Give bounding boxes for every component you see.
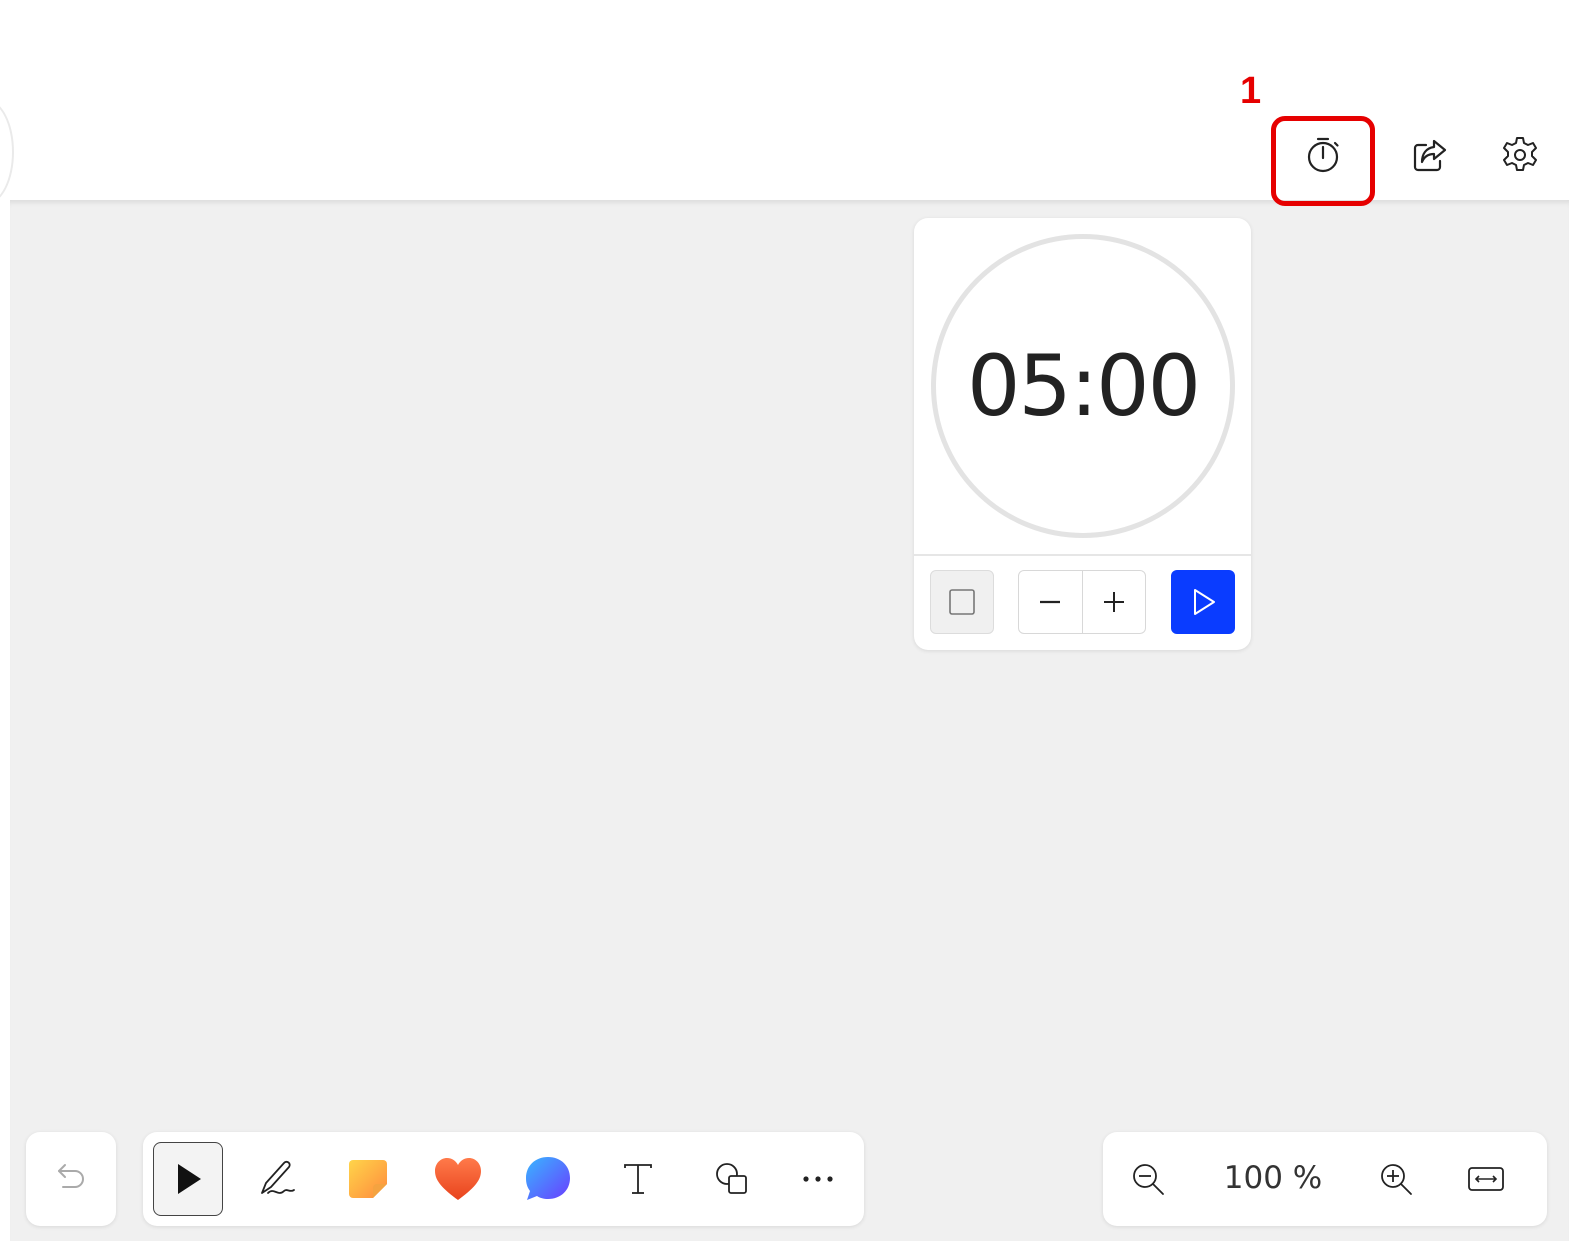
start-timer-button[interactable] (1171, 570, 1235, 634)
undo-icon (58, 1164, 84, 1188)
settings-icon (1503, 137, 1537, 171)
time-stepper[interactable] (1018, 570, 1146, 634)
fit-width-icon (1468, 1167, 1504, 1191)
decrease-time-button[interactable] (1019, 571, 1082, 633)
minus-icon (1040, 600, 1061, 604)
sticky-note-tool[interactable] (333, 1142, 403, 1216)
shapes-tool[interactable] (697, 1142, 767, 1216)
stop-button[interactable] (930, 570, 994, 634)
timer-ring: 05:00 (931, 234, 1235, 538)
comment-bubble-icon (526, 1157, 570, 1200)
pen-icon (261, 1160, 295, 1194)
settings-button[interactable] (1493, 128, 1547, 182)
zoom-out-icon (1133, 1164, 1164, 1195)
sticky-note-icon (349, 1160, 387, 1198)
more-icon (803, 1176, 833, 1182)
reaction-tool[interactable] (423, 1142, 493, 1216)
plus-icon (1103, 592, 1124, 612)
timer-button[interactable] (1296, 128, 1350, 182)
fit-width-button[interactable] (1459, 1152, 1513, 1206)
undo-button[interactable] (26, 1132, 116, 1226)
shapes-icon (716, 1163, 747, 1194)
divider (914, 554, 1251, 556)
timer-icon (1307, 137, 1339, 173)
text-icon (624, 1164, 652, 1194)
zoom-out-button[interactable] (1121, 1152, 1175, 1206)
timer-display: 05:00 (966, 337, 1201, 435)
whiteboard-canvas[interactable] (10, 200, 1569, 1241)
increase-time-button[interactable] (1081, 571, 1146, 633)
pen-tool[interactable] (241, 1142, 311, 1216)
header-decoration (0, 100, 14, 204)
zoom-level: 100 % (1223, 1160, 1323, 1196)
share-button[interactable] (1403, 128, 1457, 182)
annotation-number: 1 (1240, 70, 1262, 112)
play-icon (1194, 589, 1215, 615)
more-tools-button[interactable] (783, 1142, 853, 1216)
heart-reaction-icon (435, 1158, 481, 1200)
zoom-in-icon (1381, 1164, 1412, 1195)
text-tool[interactable] (603, 1142, 673, 1216)
timer-panel: 05:00 (914, 218, 1251, 650)
stop-square-icon (949, 589, 975, 615)
zoom-in-button[interactable] (1369, 1152, 1423, 1206)
share-icon (1413, 139, 1447, 172)
select-arrow-icon (178, 1164, 201, 1194)
select-tool[interactable] (153, 1142, 223, 1216)
zoom-controls: 100 % (1103, 1132, 1547, 1226)
drawing-toolbar (143, 1132, 864, 1226)
comment-tool[interactable] (513, 1142, 583, 1216)
